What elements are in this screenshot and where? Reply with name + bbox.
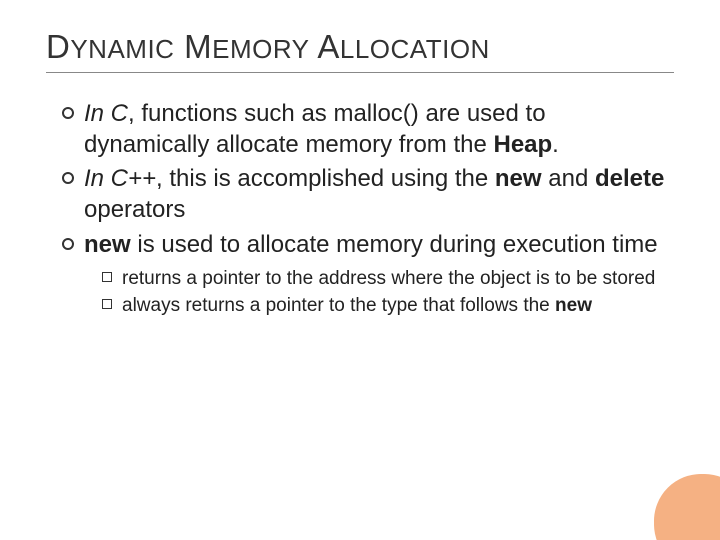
bullet-2-text: , this is accomplished using the xyxy=(156,165,495,192)
bullet-item: In C, functions such as malloc() are use… xyxy=(62,99,670,160)
sub-1-text: returns a pointer to the address where t… xyxy=(122,268,655,289)
bullet-1-text: , functions such as malloc() are used to… xyxy=(84,100,546,158)
bullet-2-bold-delete: delete xyxy=(595,165,664,192)
sub-bullet-item: always returns a pointer to the type tha… xyxy=(102,294,670,319)
bullet-1-end: . xyxy=(552,131,559,158)
title-word-3-cap: A xyxy=(317,28,340,65)
bullet-2-bold-new: new xyxy=(495,165,542,192)
bullet-3-text: is used to allocate memory during execut… xyxy=(131,231,658,258)
sub-2-text: always returns a pointer to the type tha… xyxy=(122,295,555,316)
slide-title: DYNAMIC MEMORY ALLOCATION xyxy=(46,28,674,66)
bullet-2-and: and xyxy=(542,165,595,192)
title-word-2-cap: M xyxy=(184,28,212,65)
title-word-2-rest: EMORY xyxy=(212,34,309,64)
bullet-2-italic: In C++ xyxy=(84,165,156,192)
corner-circle-icon xyxy=(654,474,720,540)
bullet-1-italic: In C xyxy=(84,100,128,127)
title-word-3-rest: LLOCATION xyxy=(340,34,490,64)
bullet-item: new is used to allocate memory during ex… xyxy=(62,230,670,319)
slide: DYNAMIC MEMORY ALLOCATION In C, function… xyxy=(0,0,720,540)
corner-decoration xyxy=(650,470,720,540)
bullet-list: In C, functions such as malloc() are use… xyxy=(46,99,674,319)
sub-bullet-list: returns a pointer to the address where t… xyxy=(84,267,670,319)
bullet-1-bold: Heap xyxy=(493,131,552,158)
title-word-1-rest: YNAMIC xyxy=(70,34,174,64)
bullet-item: In C++, this is accomplished using the n… xyxy=(62,164,670,225)
bullet-3-bold: new xyxy=(84,231,131,258)
bullet-2-end: operators xyxy=(84,196,185,223)
sub-bullet-item: returns a pointer to the address where t… xyxy=(102,267,670,292)
sub-2-bold: new xyxy=(555,295,592,316)
title-word-1-cap: D xyxy=(46,28,70,65)
title-underline: DYNAMIC MEMORY ALLOCATION xyxy=(46,28,674,73)
